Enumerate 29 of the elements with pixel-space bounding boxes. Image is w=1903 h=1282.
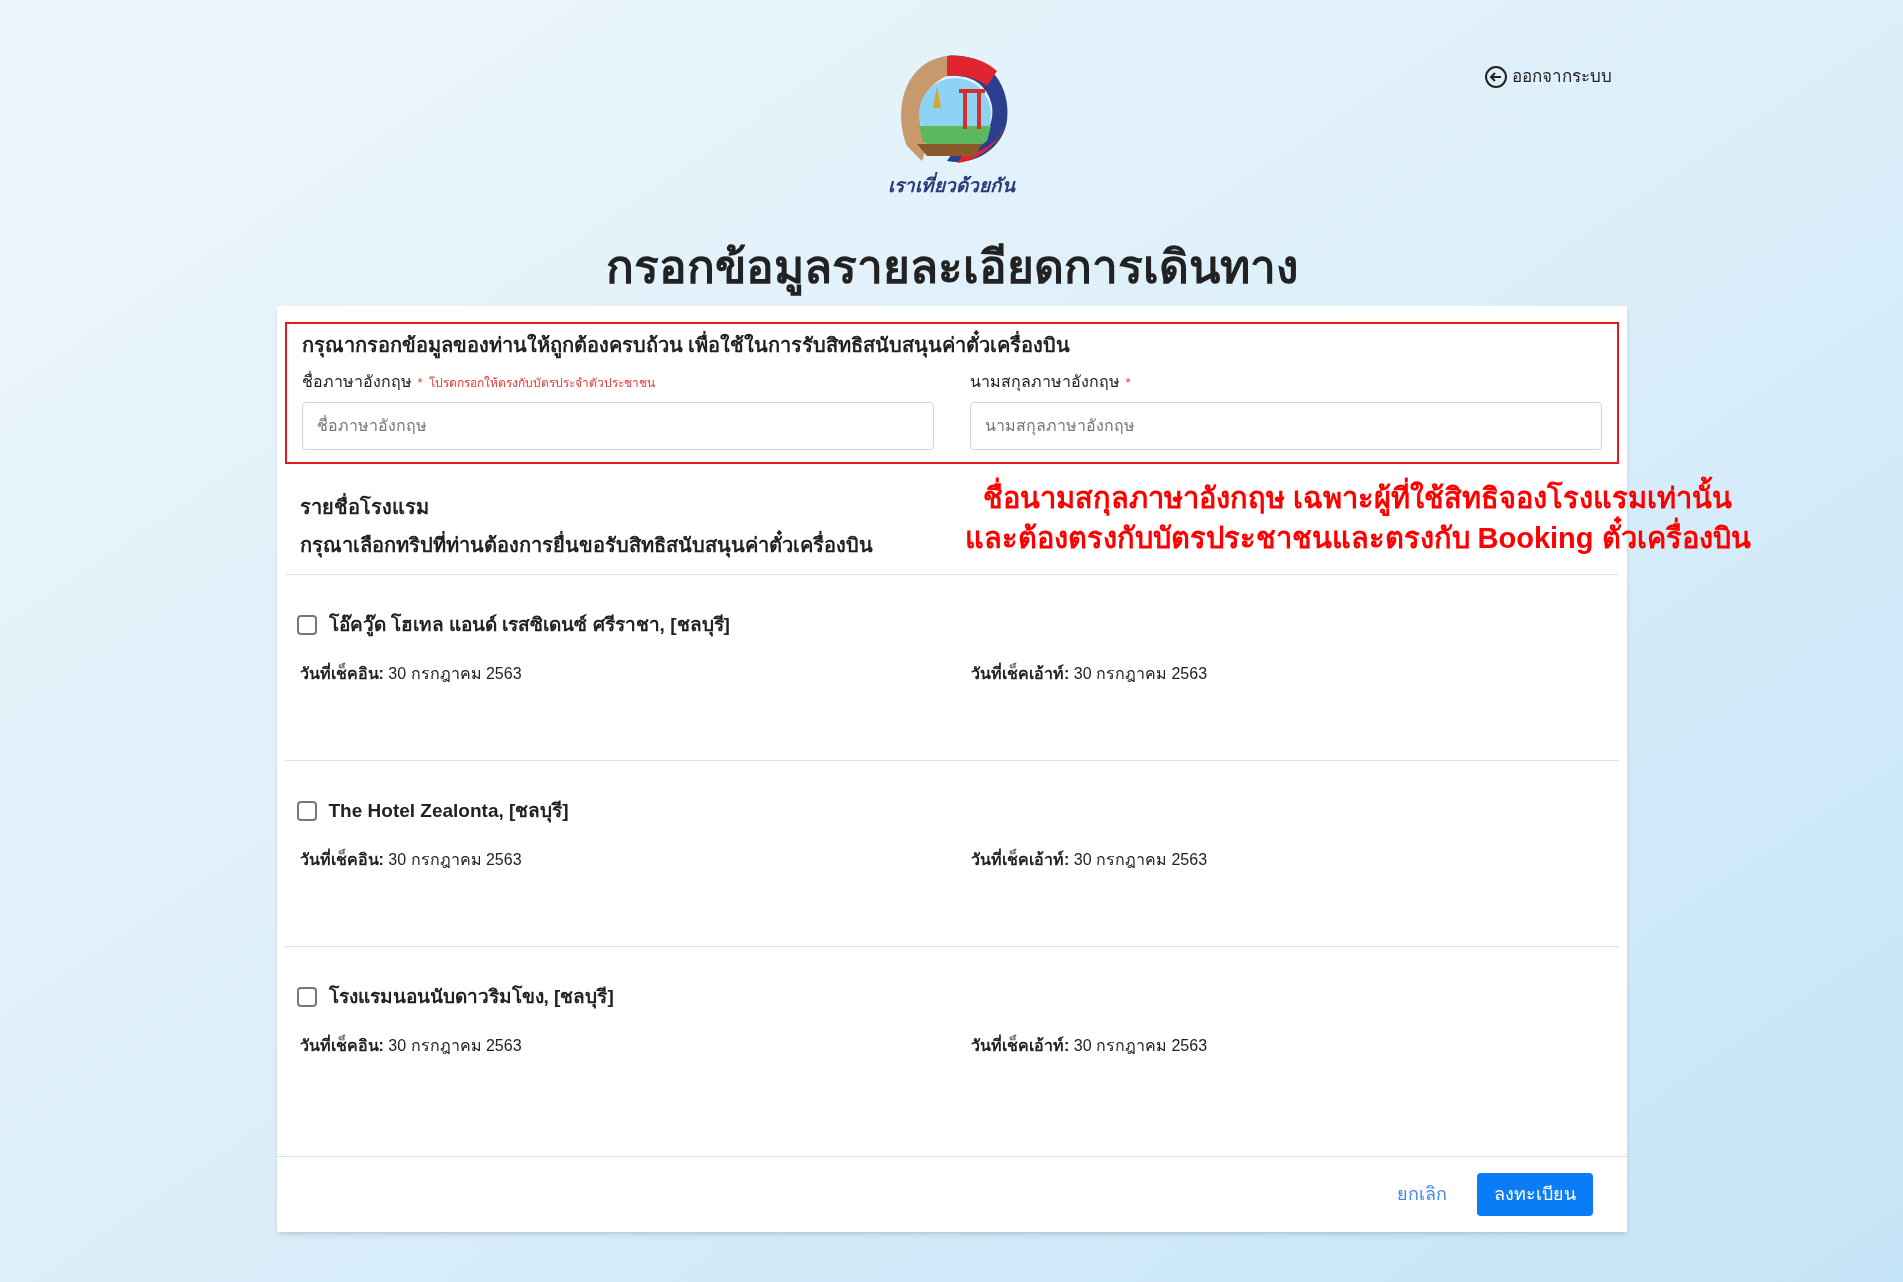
required-mark: * [1125,374,1131,392]
check-out-date: วันที่เช็คเอ้าท์: 30 กรกฎาคม 2563 [971,847,1209,870]
text-input[interactable]: ชื่อภาษาอังกฤษ [301,402,934,450]
field-label: ชื่อภาษาอังกฤษ [301,370,412,392]
hotels-instruction: กรุณาเลือกทริปที่ท่านต้องการยื่นขอรับสิทธิสนับสนุนค่าตั๋วเครื่องบิน [299,530,873,560]
field-label: นามสกุลภาษาอังกฤษ [969,372,1120,394]
text-input[interactable]: นามสกุลภาษาอังกฤษ [969,402,1602,450]
check-in-date: วันที่เช็คอิน: 30 กรกฎาคม 2563 [299,661,523,684]
page-title: กรอกข้อมูลรายละเอียดการเดินทาง [605,238,1298,296]
hotel-name: The Hotel Zealonta, [ชลบุรี] [328,799,569,825]
checkbox[interactable] [296,987,317,1008]
checkbox[interactable] [296,801,317,822]
cancel-button[interactable]: ยกเลิก [1384,1173,1459,1216]
logo-caption: เราเที่ยวด้วยกัน [888,172,1015,201]
logout-icon [1483,64,1508,89]
checkbox[interactable] [296,615,317,636]
check-in-date: วันที่เช็คอิน: 30 กรกฎาคม 2563 [299,1033,523,1056]
check-out-date: วันที่เช็คเอ้าท์: 30 กรกฎาคม 2563 [971,661,1209,684]
form-instruction: กรุณากรอกข้อมูลของท่านให้ถูกต้องครบถ้วน เพื่อใช้ในการรับสิทธิสนับสนุนค่าตั๋วเครื่องบิน [301,330,1602,360]
logout-link[interactable]: ออกจากระบบ [1483,64,1612,90]
hotel-name: โรงแรมนอนนับดาวริมโขง, [ชลบุรี] [328,984,614,1011]
register-button[interactable]: ลงทะเบียน [1476,1173,1593,1216]
required-mark: * [417,374,423,392]
annotation-note: ชื่อนามสกุลภาษาอังกฤษ เฉพาะผู้ที่ใช้สิทธิจองโรงแรมเท่านั้น และต้องตรงกับบัตรประชาชนและตรงกับ Booking ตั๋วเครื่องบิน [964,478,1751,558]
check-in-date: วันที่เช็คอิน: 30 กรกฎาคม 2563 [299,847,523,870]
check-out-date: วันที่เช็คเอ้าท์: 30 กรกฎาคม 2563 [971,1033,1209,1056]
field-hint: โปรดกรอกให้ตรงกับบัตรประจำตัวประชาชน [428,375,655,392]
hotel-name: โอ๊ควู๊ด โฮเทล แอนด์ เรสซิเดนซ์ ศรีราชา, [ชลบุรี] [328,612,730,639]
hotels-heading: รายชื่อโรงแรม [299,492,429,522]
